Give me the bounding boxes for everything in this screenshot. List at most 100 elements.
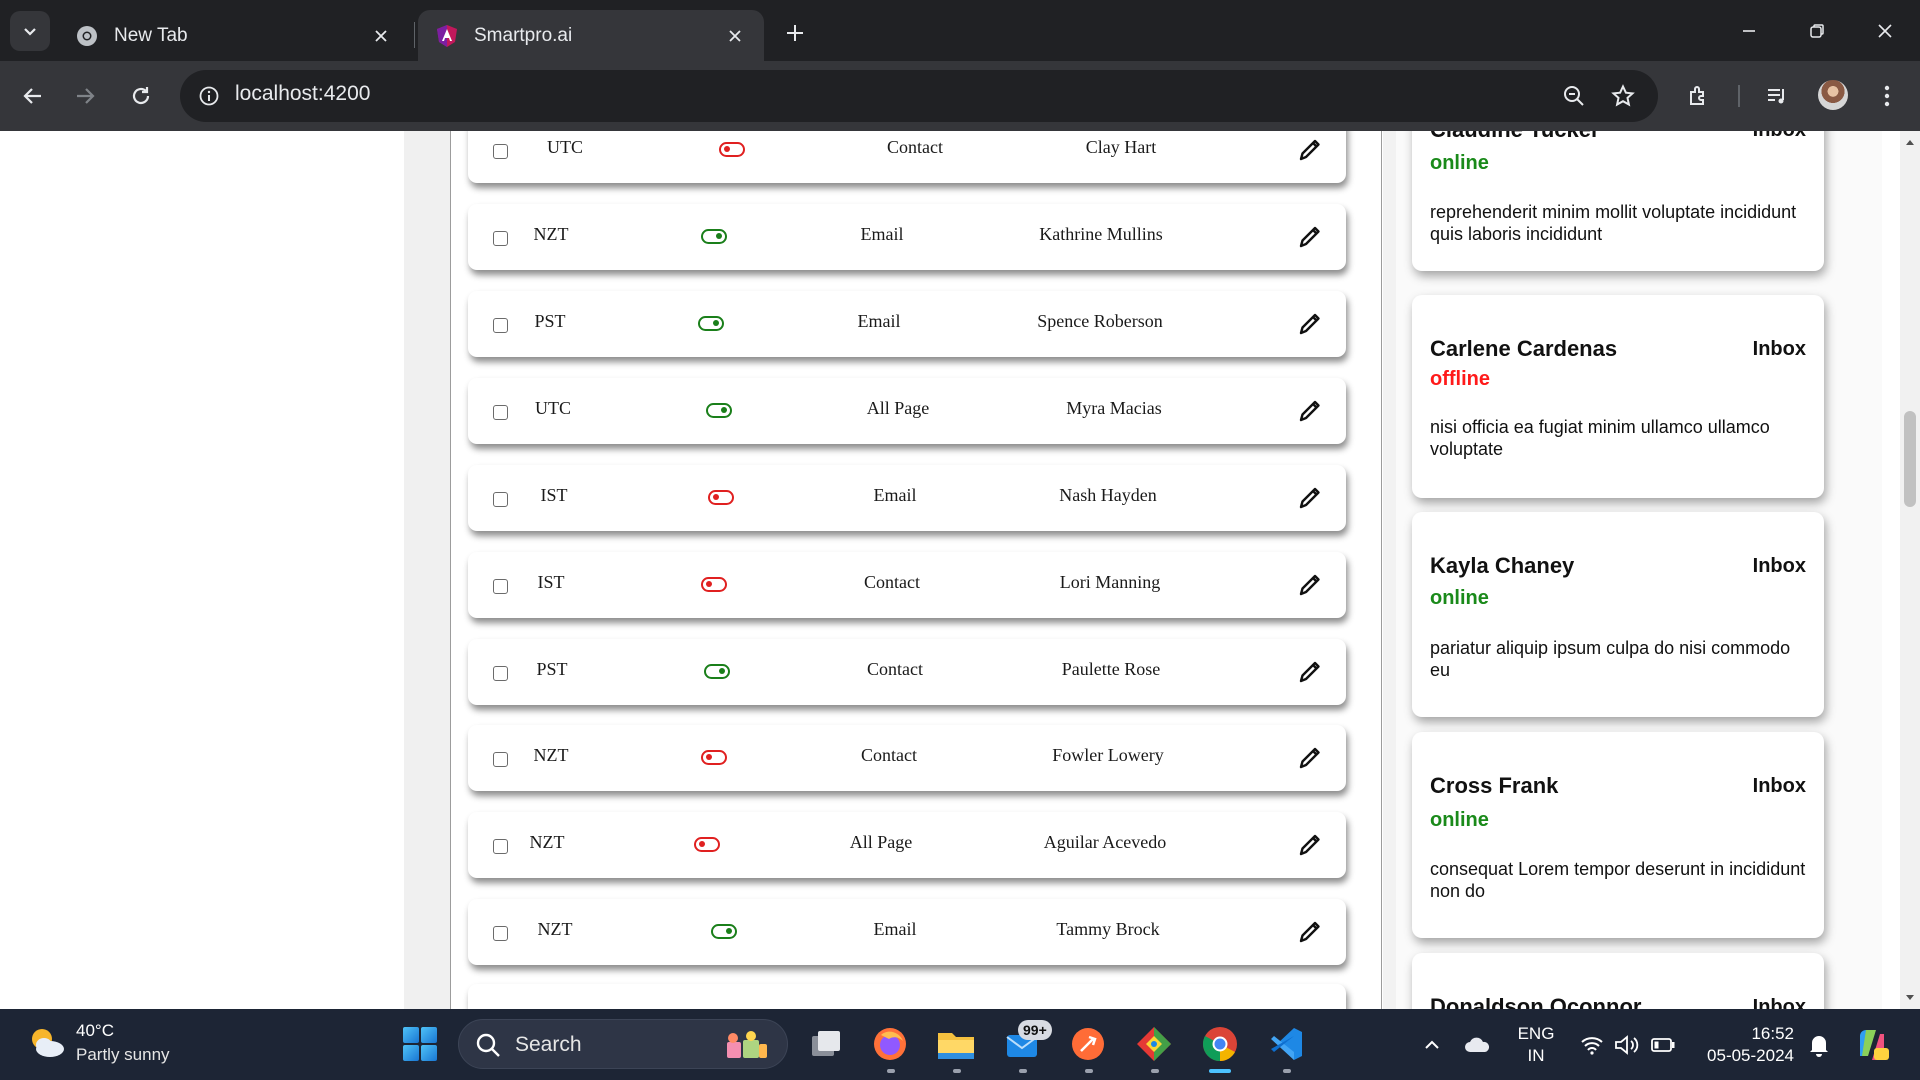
scrollbar-thumb[interactable] (1904, 411, 1916, 507)
browser-toolbar: localhost:4200 (0, 61, 1920, 131)
status-toggle[interactable] (704, 664, 730, 679)
contact-status: offline (1430, 368, 1490, 390)
reload-button[interactable] (120, 75, 162, 117)
contact-card[interactable]: Donaldson Oconnor Inbox (1412, 953, 1824, 1009)
row-checkbox[interactable] (493, 231, 508, 246)
onedrive-icon[interactable] (1462, 1009, 1494, 1080)
bookmark-star-icon[interactable] (1606, 79, 1640, 113)
table-row[interactable]: NZT All Page Aguilar Acevedo (468, 812, 1346, 878)
battery-icon[interactable] (1648, 1009, 1678, 1080)
partly-sunny-icon[interactable] (26, 1025, 66, 1061)
table-row[interactable]: UTC Contact Clay Hart (468, 131, 1346, 183)
contact-card[interactable]: Claudine Tucker Inbox online reprehender… (1412, 131, 1824, 271)
row-channel: Email (873, 919, 917, 939)
contact-card[interactable]: Kayla Chaney Inbox online pariatur aliqu… (1412, 512, 1824, 717)
back-button[interactable] (12, 75, 54, 117)
status-toggle[interactable] (708, 490, 734, 505)
browser-menu-button[interactable] (1866, 75, 1908, 117)
contact-card[interactable]: Cross Frank Inbox online consequat Lorem… (1412, 732, 1824, 938)
table-row[interactable]: NZT Email Tammy Brock (468, 899, 1346, 965)
page-scrollbar[interactable] (1900, 131, 1920, 1009)
table-row[interactable]: IST Contact Lori Manning (468, 552, 1346, 618)
copilot-icon[interactable] (1850, 1009, 1894, 1080)
close-tab-icon[interactable] (722, 23, 748, 49)
show-hidden-icons[interactable] (1418, 1009, 1446, 1080)
more-vertical-icon (1884, 85, 1890, 107)
edit-pencil-icon[interactable] (1296, 744, 1324, 772)
task-view-icon[interactable] (804, 1022, 848, 1066)
status-toggle[interactable] (701, 577, 727, 592)
tab-smartpro[interactable]: Smartpro.ai (418, 10, 764, 61)
row-checkbox[interactable] (493, 318, 508, 333)
page-viewport: UTC Contact Clay Hart NZT Email Kathrine… (0, 131, 1900, 1009)
table-row[interactable]: NZT Email Kathrine Mullins (468, 204, 1346, 270)
contact-folder[interactable]: Inbox (1753, 338, 1806, 361)
contact-folder[interactable]: Inbox (1753, 131, 1806, 142)
row-checkbox[interactable] (493, 144, 508, 159)
close-window-button[interactable] (1850, 0, 1920, 61)
contact-folder[interactable]: Inbox (1753, 996, 1806, 1009)
edit-pencil-icon[interactable] (1296, 310, 1324, 338)
row-checkbox[interactable] (493, 405, 508, 420)
edit-pencil-icon[interactable] (1296, 831, 1324, 859)
table-row[interactable]: NZT Contact Fowler Lowery (468, 725, 1346, 791)
table-row[interactable]: PST Contact Paulette Rose (468, 639, 1346, 705)
edit-pencil-icon[interactable] (1296, 484, 1324, 512)
minimize-button[interactable] (1714, 0, 1784, 61)
edit-pencil-icon[interactable] (1296, 397, 1324, 425)
edit-pencil-icon[interactable] (1296, 658, 1324, 686)
site-info-icon[interactable] (192, 79, 226, 113)
git-tool-icon[interactable] (1132, 1022, 1176, 1066)
extensions-button[interactable] (1678, 75, 1720, 117)
address-bar[interactable]: localhost:4200 (180, 70, 1658, 122)
postman-icon[interactable] (1066, 1022, 1110, 1066)
row-checkbox[interactable] (493, 926, 508, 941)
close-tab-icon[interactable] (368, 23, 394, 49)
media-control-button[interactable] (1756, 75, 1798, 117)
table-row[interactable] (468, 984, 1346, 1009)
forward-button[interactable] (64, 75, 106, 117)
contact-card[interactable]: Carlene Cardenas Inbox offline nisi offi… (1412, 295, 1824, 498)
scroll-down-icon[interactable] (1900, 989, 1920, 1007)
taskbar-search[interactable]: Search (458, 1019, 788, 1069)
status-toggle[interactable] (706, 403, 732, 418)
table-row[interactable]: PST Email Spence Roberson (468, 291, 1346, 357)
status-toggle[interactable] (701, 229, 727, 244)
vscode-icon[interactable] (1264, 1022, 1308, 1066)
contact-folder[interactable]: Inbox (1753, 775, 1806, 798)
tab-new-tab[interactable]: New Tab (58, 10, 410, 61)
zoom-icon[interactable] (1557, 79, 1591, 113)
profile-avatar[interactable] (1818, 80, 1848, 110)
row-checkbox[interactable] (493, 579, 508, 594)
chrome-taskbar-icon[interactable] (1198, 1022, 1242, 1066)
row-channel: Email (860, 224, 904, 244)
volume-icon[interactable] (1612, 1009, 1642, 1080)
tab-search-button[interactable] (10, 11, 50, 51)
row-checkbox[interactable] (493, 752, 508, 767)
status-toggle[interactable] (719, 142, 745, 157)
scroll-up-icon[interactable] (1900, 133, 1920, 151)
status-toggle[interactable] (711, 924, 737, 939)
status-toggle[interactable] (694, 837, 720, 852)
table-row[interactable]: IST Email Nash Hayden (468, 465, 1346, 531)
edit-pencil-icon[interactable] (1296, 223, 1324, 251)
windows-start-icon[interactable] (403, 1027, 437, 1061)
restore-button[interactable] (1782, 0, 1852, 61)
edit-pencil-icon[interactable] (1296, 571, 1324, 599)
status-toggle[interactable] (698, 316, 724, 331)
notification-bell-icon[interactable] (1804, 1009, 1834, 1080)
wifi-icon[interactable] (1578, 1009, 1606, 1080)
file-explorer-icon[interactable] (934, 1022, 978, 1066)
row-checkbox[interactable] (493, 666, 508, 681)
table-row[interactable]: UTC All Page Myra Macias (468, 378, 1346, 444)
new-tab-button[interactable] (776, 14, 814, 52)
system-clock[interactable]: 16:52 05-05-2024 (1696, 1023, 1794, 1067)
status-toggle[interactable] (701, 750, 727, 765)
language-indicator[interactable]: ENG IN (1516, 1023, 1556, 1067)
firefox-icon[interactable] (868, 1022, 912, 1066)
edit-pencil-icon[interactable] (1296, 918, 1324, 946)
contact-folder[interactable]: Inbox (1753, 555, 1806, 578)
row-checkbox[interactable] (493, 492, 508, 507)
edit-pencil-icon[interactable] (1296, 136, 1324, 164)
row-checkbox[interactable] (493, 839, 508, 854)
